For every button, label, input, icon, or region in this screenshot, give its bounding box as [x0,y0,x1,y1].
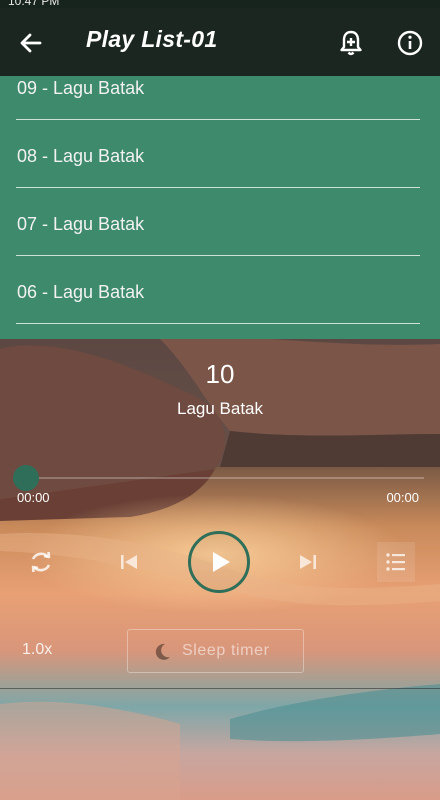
play-button[interactable] [187,530,251,594]
repeat-button[interactable] [26,547,56,577]
list-item-label: 06 - Lagu Batak [17,282,145,302]
list-item-label: 07 - Lagu Batak [17,214,145,234]
list-item-label: 09 - Lagu Batak [17,78,145,98]
previous-button[interactable] [116,549,142,575]
arrow-left-icon [20,33,42,53]
info-button[interactable] [395,28,425,58]
seek-thumb[interactable] [13,465,39,491]
list-item[interactable]: 08 - Lagu Batak [16,120,420,188]
divider [0,688,440,689]
player-panel: 10 Lagu Batak 00:00 00:00 1.0x Sleep tim… [0,339,440,800]
list-item[interactable]: 07 - Lagu Batak [16,188,420,256]
next-button[interactable] [295,549,321,575]
elapsed-time: 00:00 [17,490,50,505]
add-alarm-button[interactable] [336,28,366,58]
now-playing-number: 10 [205,359,235,389]
queue-list-icon [386,553,405,571]
app-bar: Play List-01 [0,8,440,76]
moon-icon [155,643,170,660]
repeat-icon [31,551,51,573]
now-playing-title: Lagu Batak [176,399,263,418]
total-time: 00:00 [386,490,419,505]
sleep-timer-label: Sleep timer [182,642,270,659]
status-bar: 10:47 PM [0,0,440,8]
info-icon [397,30,423,56]
play-icon [188,531,250,593]
playback-speed-button[interactable]: 1.0x [22,641,52,659]
bell-plus-icon [340,30,362,56]
queue-button[interactable] [377,542,415,582]
skip-previous-icon [121,555,137,569]
page-title: Play List-01 [86,26,218,52]
seek-bar[interactable] [26,477,424,479]
sleep-timer-button[interactable]: Sleep timer [127,629,304,673]
status-time: 10:47 PM [8,0,60,8]
skip-next-icon [300,555,316,569]
playlist[interactable]: 09 - Lagu Batak 08 - Lagu Batak 07 - Lag… [0,76,440,339]
list-item[interactable]: 06 - Lagu Batak [16,256,420,324]
list-item-label: 08 - Lagu Batak [17,146,145,166]
back-button[interactable] [16,28,46,58]
list-item[interactable]: 09 - Lagu Batak [16,76,420,120]
